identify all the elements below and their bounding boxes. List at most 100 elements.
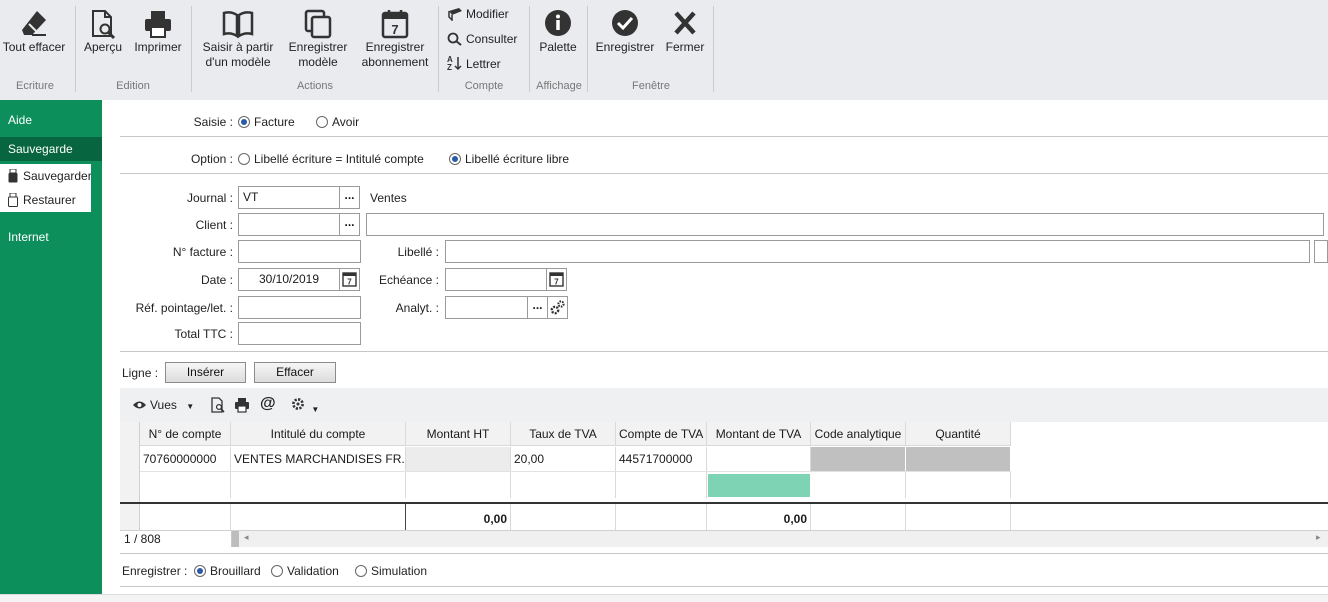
enregistrer-abonnement-button[interactable]: 7 Enregistrer abonnement (358, 8, 432, 70)
preview-icon (211, 397, 225, 413)
cell-code-analytique[interactable] (811, 447, 905, 471)
fermer-button[interactable]: Fermer (662, 8, 708, 55)
book-icon (222, 11, 254, 39)
divider (120, 586, 1328, 587)
libelle-list-button[interactable] (1314, 240, 1328, 263)
calendar-icon: 7 (342, 272, 357, 287)
sidebar-item-restaurer[interactable]: Restaurer (0, 188, 91, 212)
analyt-settings-button[interactable] (547, 296, 568, 319)
usb-drive-outline-icon (8, 192, 18, 207)
scroll-left-icon[interactable]: ◂ (244, 532, 249, 543)
saisie-avoir-radio[interactable]: Avoir (316, 114, 359, 130)
enregistrer-modele-button[interactable]: Enregistrer modèle (283, 8, 353, 70)
sidebar-item-internet[interactable]: Internet (0, 225, 102, 249)
date-label: Date : (200, 273, 233, 287)
cell-quantite[interactable] (906, 472, 1011, 498)
total-ttc-input[interactable] (238, 322, 361, 345)
tout-effacer-button[interactable]: Tout effacer (0, 8, 68, 55)
date-input[interactable]: 30/10/2019 (238, 268, 340, 291)
cell-code-analytique[interactable] (811, 472, 906, 498)
client-input[interactable] (238, 213, 340, 236)
imprimer-button[interactable]: Imprimer (130, 8, 186, 55)
client-lookup-button[interactable]: ... (339, 213, 360, 236)
vues-button[interactable]: Vues ▼ (132, 398, 194, 412)
ref-pointage-input[interactable] (238, 296, 361, 319)
cell-montant-ht[interactable] (406, 472, 511, 498)
cell-intitule-compte[interactable] (231, 472, 406, 498)
divider (120, 553, 1328, 554)
column-header[interactable]: Montant HT (406, 422, 511, 446)
scroll-right-icon[interactable]: ▸ (1316, 532, 1321, 543)
modifier-button[interactable]: Modifier (447, 5, 509, 23)
column-header[interactable]: Taux de TVA (511, 422, 616, 446)
enregistrer-button[interactable]: Enregistrer (592, 8, 658, 55)
column-header[interactable]: Compte de TVA (616, 422, 707, 446)
enregistrer-label: Enregistrer (595, 40, 655, 54)
client-name-field[interactable] (366, 213, 1324, 236)
column-header[interactable]: N° de compte (140, 422, 231, 446)
analyt-input[interactable] (445, 296, 528, 319)
cell-quantite[interactable] (906, 447, 1010, 471)
group-affichage-label: Affichage (536, 80, 582, 92)
ribbon-separator (75, 6, 76, 92)
saisie-facture-radio[interactable]: Facture (238, 114, 295, 130)
brouillard-radio[interactable]: Brouillard (194, 563, 261, 579)
option-libre-radio[interactable]: Libellé écriture libre (449, 151, 569, 167)
grid-settings-button[interactable]: ▼ (290, 396, 319, 415)
simulation-radio[interactable]: Simulation (355, 563, 427, 579)
cell-montant-ht[interactable] (406, 447, 511, 471)
column-header[interactable]: Code analytique (811, 422, 906, 446)
usb-drive-icon (8, 168, 18, 183)
cell-numero-compte[interactable]: 70760000000 (140, 447, 231, 471)
sidebar-item-sauvegarder[interactable]: Sauvegarder (0, 164, 91, 188)
cell-intitule-compte[interactable]: VENTES MARCHANDISES FR. (231, 447, 406, 471)
saisir-label-1: Saisir à partir (202, 40, 274, 54)
ref-pointage-label: Réf. pointage/let. : (135, 301, 233, 315)
svg-text:Z: Z (447, 63, 452, 71)
libelle-input[interactable] (445, 240, 1310, 263)
option-libre-label: Libellé écriture libre (465, 152, 570, 166)
journal-input[interactable]: VT (238, 186, 340, 209)
echeance-input[interactable] (445, 268, 547, 291)
inserer-button[interactable]: Insérer (165, 362, 246, 383)
effacer-button[interactable]: Effacer (254, 362, 336, 383)
cell-taux-tva[interactable] (511, 472, 616, 498)
cell-montant-tva[interactable] (707, 447, 811, 471)
chevron-down-icon: ▼ (311, 405, 320, 414)
cell-compte-tva[interactable]: 44571700000 (616, 447, 707, 471)
nfacture-input[interactable] (238, 240, 361, 263)
option-intitule-label: Libellé écriture = Intitulé compte (254, 152, 424, 166)
sidebar-item-aide[interactable]: Aide (0, 108, 102, 132)
apercu-button[interactable]: Aperçu (80, 8, 126, 55)
column-header[interactable]: Quantité (906, 422, 1011, 446)
scroll-thumb[interactable] (232, 531, 239, 547)
sidebar-item-sauvegarde[interactable]: Sauvegarde (0, 137, 102, 161)
cell-montant-tva-selected[interactable] (708, 474, 810, 497)
grid-preview-button[interactable] (210, 397, 226, 416)
enregistrer-modele-label-2: modèle (298, 55, 338, 69)
column-header[interactable]: Montant de TVA (707, 422, 811, 446)
totals-row-selector (120, 504, 140, 530)
cell-taux-tva[interactable]: 20,00 (511, 447, 616, 471)
edit-book-icon (448, 8, 462, 22)
grid-print-button[interactable] (234, 397, 250, 416)
ribbon-separator (438, 6, 439, 92)
palette-button[interactable]: Palette (534, 8, 582, 55)
consulter-button[interactable]: Consulter (447, 30, 517, 48)
lettrer-button[interactable]: A Z Lettrer (447, 55, 501, 73)
cell-numero-compte[interactable] (140, 472, 231, 498)
column-header[interactable]: Intitulé du compte (231, 422, 406, 446)
grid-email-button[interactable]: @ (260, 395, 276, 413)
vues-label: Vues (150, 398, 177, 412)
analyt-lookup-button[interactable]: ... (527, 296, 548, 319)
grid-scrollbar[interactable]: 1 / 808 ◂ ▸ (120, 530, 1328, 547)
option-intitule-radio[interactable]: Libellé écriture = Intitulé compte (238, 151, 424, 167)
cell-compte-tva[interactable] (616, 472, 707, 498)
echeance-picker-button[interactable]: 7 (546, 268, 567, 291)
nfacture-label: N° facture : (172, 245, 233, 259)
saisir-modele-button[interactable]: Saisir à partir d'un modèle (198, 8, 278, 70)
validation-radio[interactable]: Validation (271, 563, 339, 579)
apercu-label: Aperçu (83, 40, 123, 54)
journal-lookup-button[interactable]: ... (339, 186, 360, 209)
date-picker-button[interactable]: 7 (339, 268, 360, 291)
